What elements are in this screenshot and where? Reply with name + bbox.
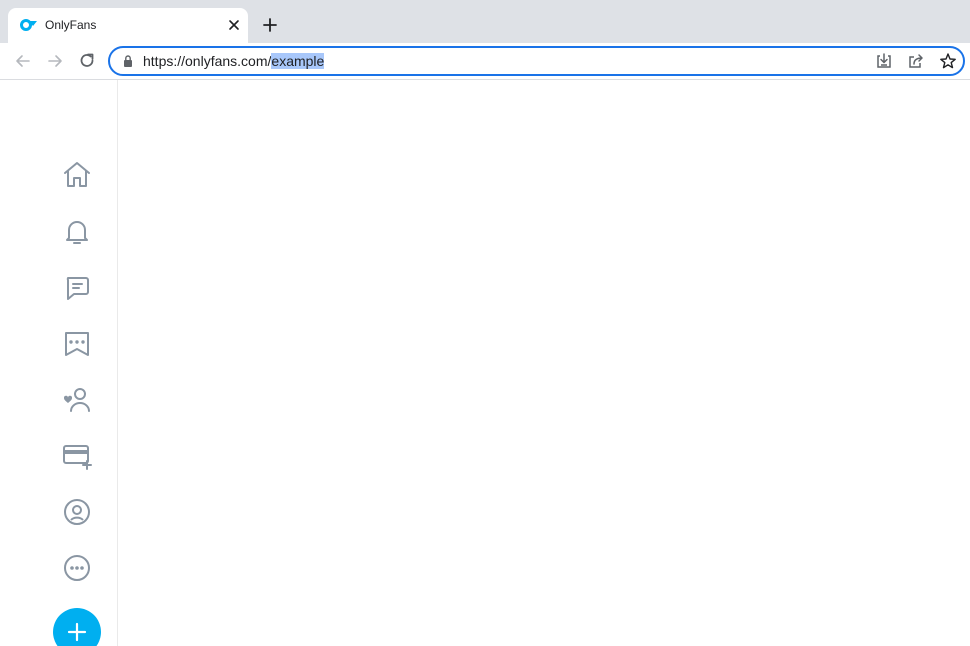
arrow-right-icon[interactable] [45,51,65,71]
bell-icon[interactable] [61,216,93,248]
share-icon[interactable] [907,52,925,70]
tab-onlyfans[interactable]: OnlyFans [8,8,248,43]
url-selected-text: example [271,53,325,69]
sidebar-nav [0,80,118,646]
browser-toolbar: https://onlyfans.com/example [0,43,970,80]
star-icon[interactable] [939,52,957,70]
messages-icon[interactable] [61,272,93,304]
bookmarks-icon[interactable] [61,328,93,360]
address-bar[interactable]: https://onlyfans.com/example [108,46,965,76]
onlyfans-logo-icon [20,19,37,31]
user-lists-icon[interactable] [61,384,93,416]
url-prefix: https://onlyfans.com/ [143,53,272,69]
more-icon[interactable] [61,552,93,584]
arrow-left-icon[interactable] [13,51,33,71]
tab-title: OnlyFans [45,18,97,32]
web-page [0,80,970,646]
close-icon[interactable] [226,17,242,33]
plus-icon [67,622,87,642]
new-post-button[interactable] [53,608,101,646]
reload-icon[interactable] [77,51,97,71]
add-card-icon[interactable] [61,440,93,472]
lock-icon[interactable] [122,54,134,68]
profile-icon[interactable] [61,496,93,528]
home-icon[interactable] [61,159,93,191]
tab-strip: OnlyFans [0,0,970,43]
main-content [118,80,970,646]
new-tab-plus-icon[interactable] [261,16,279,34]
browser-window: OnlyFans https://onlyfans.com/example [0,0,970,646]
url-text[interactable]: https://onlyfans.com/example [143,52,325,70]
install-app-icon[interactable] [875,52,893,70]
